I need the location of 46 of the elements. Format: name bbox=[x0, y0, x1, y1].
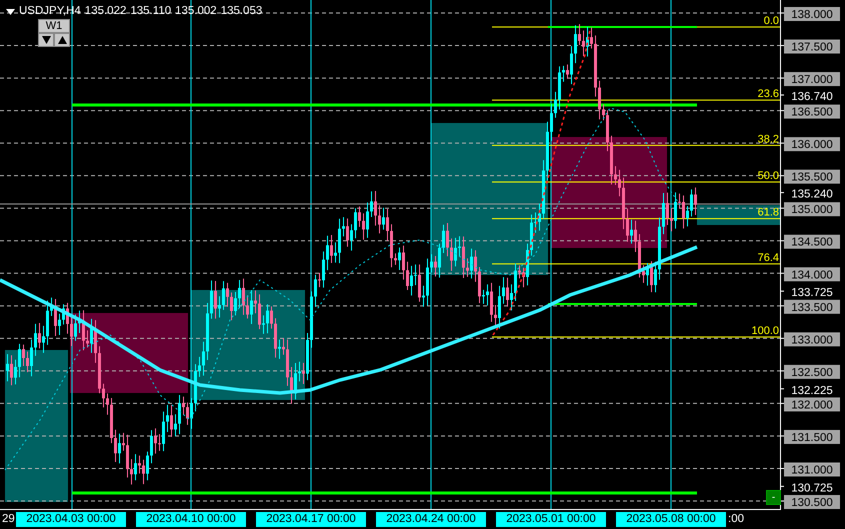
up-arrow-button[interactable] bbox=[54, 33, 70, 47]
price-axis-label: 137.000 bbox=[784, 72, 840, 86]
price-axis-label: 133.500 bbox=[784, 300, 840, 314]
price-axis-label: 132.500 bbox=[784, 364, 840, 379]
fibonacci-level-label: 38.2 bbox=[758, 133, 779, 146]
price-marker-label: 132.225 bbox=[791, 384, 833, 397]
fibonacci-level-label: 50.0 bbox=[758, 170, 779, 182]
date-highlight-label: 2023.04.03 00:00 bbox=[16, 512, 126, 527]
fibonacci-level-label: 76.4 bbox=[758, 252, 779, 264]
price-marker-label: 133.725 bbox=[791, 287, 833, 300]
price-axis-label: 131.000 bbox=[784, 462, 840, 476]
price-value: 135.110 bbox=[130, 5, 172, 18]
fibonacci-level-label: 61.8 bbox=[758, 206, 779, 219]
price-axis-label: 135.500 bbox=[784, 170, 840, 184]
date-axis-label: :00 bbox=[728, 512, 744, 527]
price-axis-label: 134.500 bbox=[784, 234, 840, 249]
dropdown-triangle-icon[interactable] bbox=[6, 8, 15, 14]
date-highlight-label: 2023.04.17 00:00 bbox=[256, 512, 366, 527]
price-marker-label: 136.740 bbox=[791, 91, 833, 103]
price-axis-label: 131.500 bbox=[784, 430, 840, 444]
fibonacci-level-label: 100.0 bbox=[751, 325, 779, 337]
price-axis-label: 137.500 bbox=[784, 40, 840, 54]
fibonacci-level-label: 23.6 bbox=[758, 88, 779, 100]
date-highlight-label: 2023.05.08 00:00 bbox=[616, 512, 726, 527]
timeframe-button[interactable]: W1 bbox=[38, 19, 70, 33]
price-value: 135.022 bbox=[84, 5, 126, 18]
price-axis-label: 132.000 bbox=[784, 397, 840, 412]
fibonacci-level-label: 0.0 bbox=[764, 15, 779, 27]
price-marker-label: 130.725 bbox=[791, 482, 833, 494]
collapse-button[interactable]: - bbox=[766, 490, 781, 505]
price-value: 135.053 bbox=[220, 5, 262, 18]
price-axis-label: 136.000 bbox=[784, 137, 840, 152]
price-axis-label: 135.000 bbox=[784, 202, 840, 216]
price-marker-label: 135.240 bbox=[791, 188, 833, 201]
price-axis-label: 134.000 bbox=[784, 267, 840, 282]
price-axis-label: 136.500 bbox=[784, 104, 840, 119]
price-axis-label: 130.500 bbox=[784, 495, 840, 510]
date-highlight-label: 2023.05.01 00:00 bbox=[496, 512, 606, 527]
down-arrow-button[interactable] bbox=[38, 33, 54, 47]
up-triangle-icon bbox=[58, 36, 66, 44]
date-axis-label: 29 bbox=[2, 512, 16, 527]
down-triangle-icon bbox=[42, 36, 50, 44]
date-highlight-label: 2023.04.10 00:00 bbox=[136, 512, 246, 527]
date-highlight-label: 2023.04.24 00:00 bbox=[376, 512, 486, 527]
price-axis-label: 133.000 bbox=[784, 332, 840, 346]
price-axis-label: 138.000 bbox=[784, 7, 840, 21]
